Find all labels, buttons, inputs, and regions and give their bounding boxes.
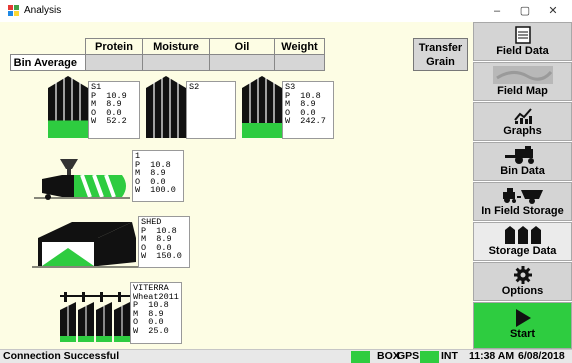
grain-bin-icon [48, 76, 88, 138]
grain-bin-s1[interactable] [48, 76, 88, 138]
oil-header: Oil [209, 38, 275, 55]
weight-header: Weight [274, 38, 325, 55]
int-status-label: INT [441, 350, 458, 362]
minimize-button[interactable]: – [486, 2, 508, 20]
shed-info: SHED P 10.8 M 8.9 O 0.0 W 150.0 [138, 216, 190, 268]
sidebar-item-label: Storage Data [488, 245, 557, 257]
grain-bins-icon [504, 226, 541, 244]
grain-bag-info: 1 P 10.8 M 8.9 O 0.0 W 100.0 [132, 150, 184, 202]
grain-bin-s2[interactable] [146, 76, 186, 138]
bin-s3-info: S3 P 10.8 M 8.9 O 0.0 W 242.7 [282, 81, 334, 139]
tractor-cart-icon [502, 188, 543, 204]
sidebar-item-label: Field Data [496, 45, 549, 57]
sidebar-item-label: Graphs [503, 125, 542, 137]
transfer-grain-button[interactable]: Transfer Grain [413, 38, 468, 71]
maximize-button[interactable]: ▢ [514, 2, 536, 20]
sidebar-item-graphs[interactable]: Graphs [473, 102, 572, 141]
play-icon [515, 309, 531, 327]
sidebar-item-field-map[interactable]: Field Map [473, 62, 572, 101]
gps-status-indicator [420, 351, 439, 363]
app-logo-icon [8, 5, 20, 17]
start-button[interactable]: Start [473, 302, 572, 349]
shed-storage[interactable] [32, 220, 138, 270]
storage-overview-panel: Protein Moisture Oil Weight Bin Average … [0, 22, 473, 349]
chart-line-icon [513, 108, 532, 124]
sidebar-item-options[interactable]: Options [473, 262, 572, 301]
bin-s1-info: S1 P 10.9 M 8.9 O 0.0 W 52.2 [88, 81, 140, 139]
bin-average-table: Protein Moisture Oil Weight Bin Average [10, 38, 325, 71]
map-thumbnail-icon [492, 66, 553, 84]
status-date: 6/08/2018 [518, 350, 565, 362]
grain-bin-icon [146, 76, 186, 138]
sidebar-item-label: In Field Storage [481, 205, 564, 217]
combine-icon [504, 146, 534, 164]
sidebar-item-label: Start [509, 328, 536, 340]
sidebar-item-label: Bin Data [500, 165, 545, 177]
title-bar: Analysis – ▢ ✕ [0, 0, 572, 22]
sidebar-item-storage-data[interactable]: Storage Data [473, 222, 572, 261]
sidebar-item-bin-data[interactable]: Bin Data [473, 142, 572, 181]
sidebar-item-label: Options [501, 285, 544, 297]
sidebar-item-in-field-storage[interactable]: In Field Storage [473, 182, 572, 221]
grain-bin-s3[interactable] [242, 76, 282, 138]
window-title: Analysis [24, 5, 62, 16]
sidebar: Field Data Field Map Graphs Bin Data In … [473, 22, 572, 349]
weight-value [274, 54, 325, 71]
status-bar: Connection Successful BOX GPS INT 11:38 … [0, 349, 572, 363]
moisture-value [142, 54, 210, 71]
status-time: 11:38 AM [469, 350, 515, 362]
bin-fill-level [242, 123, 282, 138]
document-icon [514, 26, 531, 44]
bin-s2-info: S2 [186, 81, 236, 139]
oil-value [209, 54, 275, 71]
bin-average-label: Bin Average [10, 54, 86, 71]
protein-header: Protein [85, 38, 143, 55]
box-status-indicator [351, 351, 370, 363]
grain-elevator-icon [60, 292, 130, 342]
elevator-info: VITERRA Wheat2011 P 10.8 M 8.9 O 0.0 W 2… [130, 282, 182, 344]
sidebar-item-field-data[interactable]: Field Data [473, 22, 572, 61]
shed-icon [32, 222, 138, 268]
elevator-storage[interactable] [58, 288, 132, 343]
connection-status-text: Connection Successful [3, 350, 120, 362]
sidebar-item-label: Field Map [497, 85, 548, 97]
grain-bag-icon [34, 159, 130, 200]
grain-bag-storage[interactable] [34, 157, 130, 202]
close-button[interactable]: ✕ [542, 2, 564, 20]
gear-icon [513, 266, 532, 284]
bin-fill-level [48, 120, 88, 138]
gps-status-label: GPS [397, 350, 420, 362]
grain-bin-icon [242, 76, 282, 138]
moisture-header: Moisture [142, 38, 210, 55]
protein-value [85, 54, 143, 71]
